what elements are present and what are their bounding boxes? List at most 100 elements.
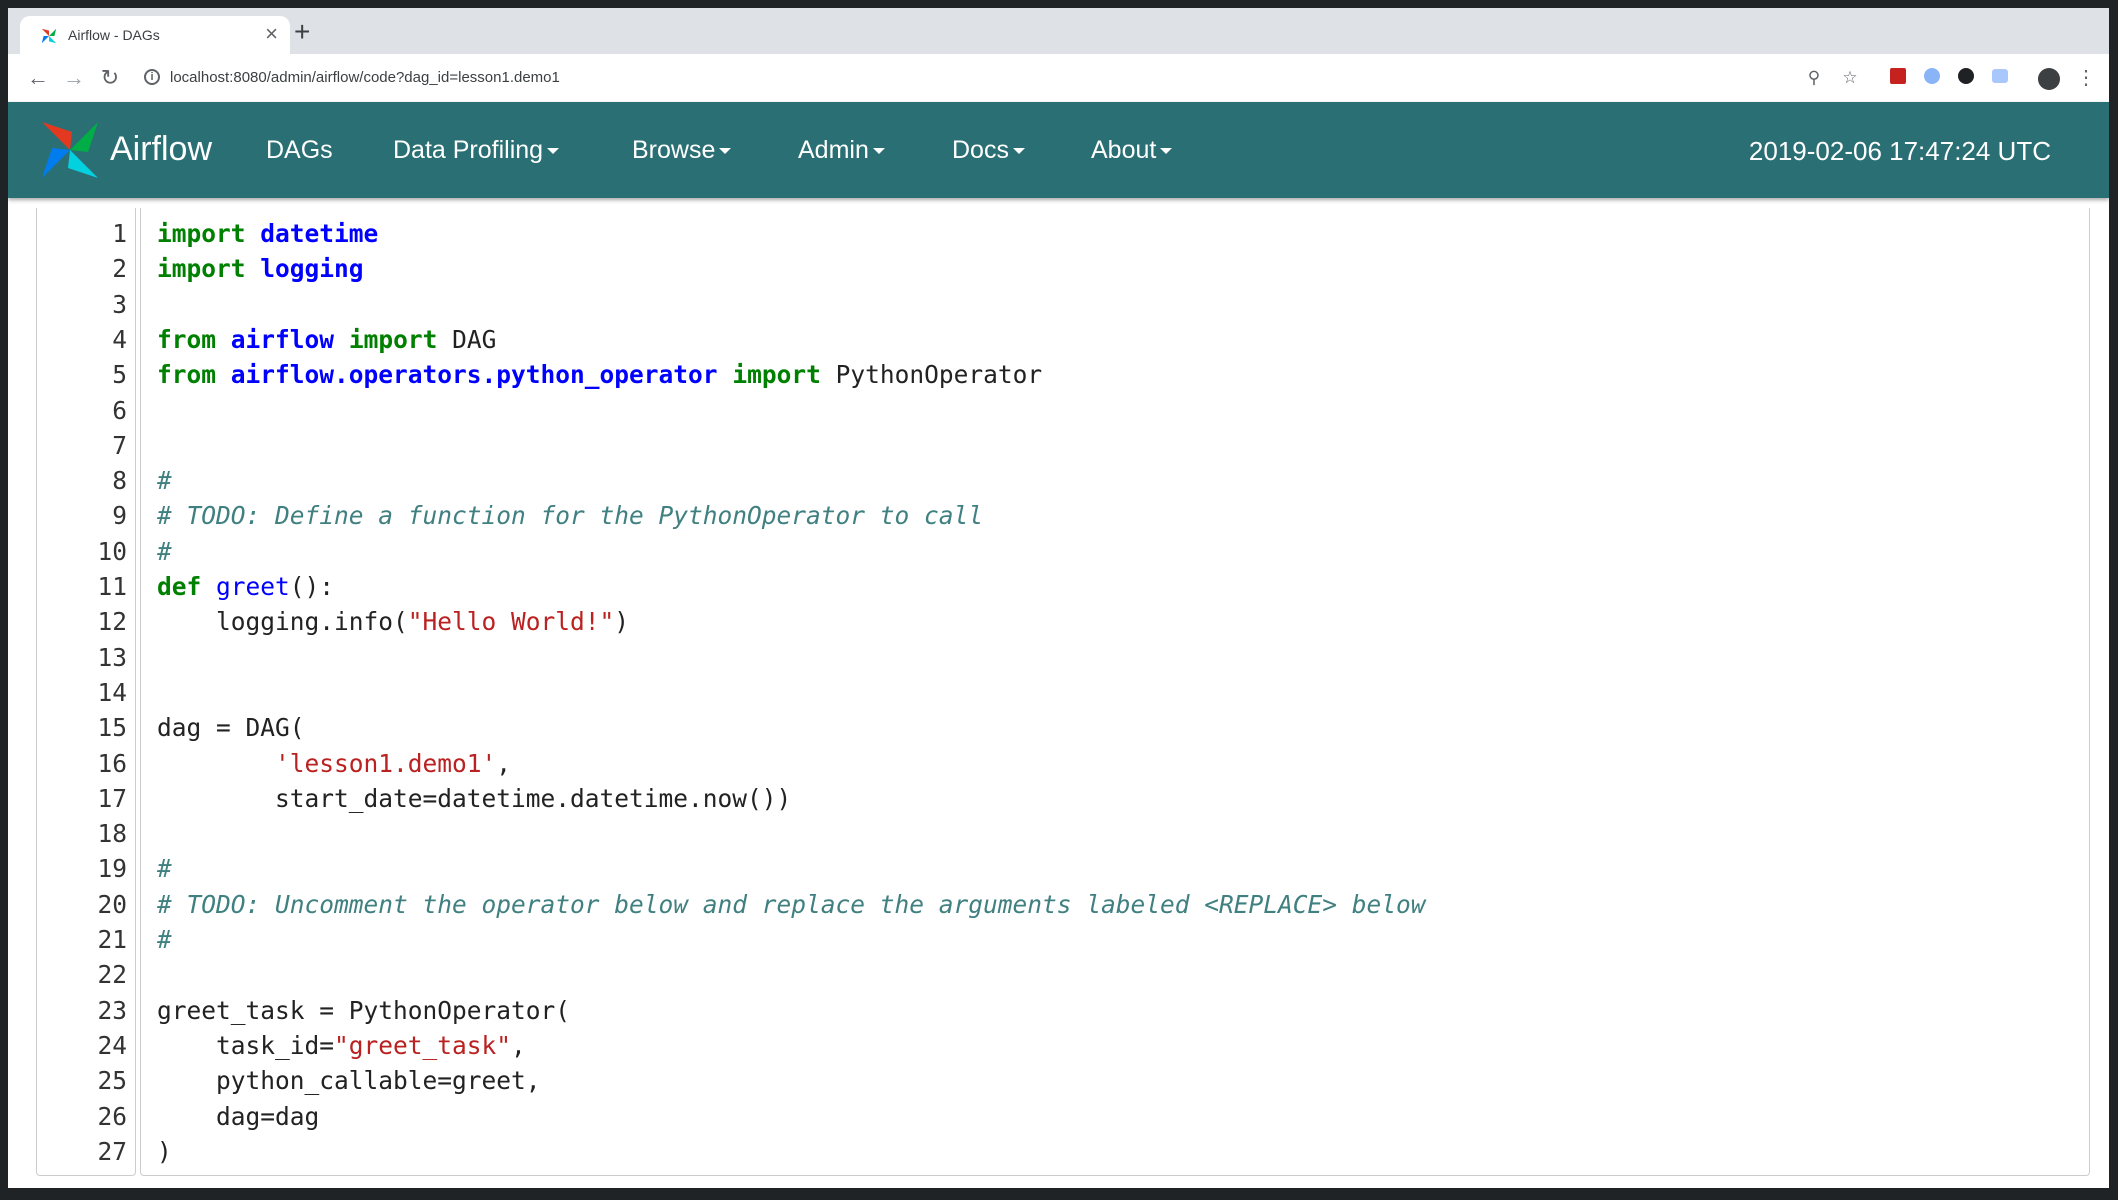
browser-tab-airflow[interactable]: Airflow - DAGs × <box>20 16 290 54</box>
code-token: PythonOperator( <box>348 995 571 1025</box>
chevron-down-icon <box>547 148 560 155</box>
code-line: # <box>157 922 172 957</box>
code-line: # TODO: Uncomment the operator below and… <box>157 887 1426 922</box>
line-number: 10 <box>97 536 127 566</box>
tab-strip: Airflow - DAGs × + <box>8 8 2109 54</box>
nav-data-profiling[interactable]: Data Profiling <box>393 136 560 165</box>
code-line: dag = DAG( <box>157 710 305 745</box>
code-token: import <box>732 360 821 390</box>
code-line: def greet(): <box>157 569 334 604</box>
code-token: import <box>348 324 438 354</box>
line-number-gutter: 1 2 3 4 5 6 7 8 9 10 11 12 13 14 15 16 17 18 19 20 21 22 23 24 2… <box>36 208 136 1176</box>
code-token: dag = DAG( <box>157 713 305 743</box>
extension-blue-icon[interactable] <box>1922 68 1942 88</box>
url-text[interactable]: localhost:8080/admin/airflow/code?dag_id… <box>170 69 560 86</box>
code-token: (): <box>289 572 335 601</box>
forward-icon[interactable]: → <box>60 64 88 92</box>
code-token: logging.info( <box>157 607 408 637</box>
tab-close-icon[interactable]: × <box>265 23 278 45</box>
code-token: 'lesson1.demo1' <box>275 748 497 778</box>
code-line: # <box>157 851 172 886</box>
code-line: start_date=datetime.datetime.now()) <box>157 781 791 816</box>
nav-docs-label: Docs <box>952 136 1009 164</box>
nav-about[interactable]: About <box>1091 136 1173 165</box>
code-area[interactable]: import datetime import logging from airflo… <box>140 208 2090 1176</box>
code-token: datetime <box>260 219 379 248</box>
extension-light-icon[interactable] <box>1990 68 2010 88</box>
chevron-down-icon <box>1012 148 1025 155</box>
bookmark-star-icon[interactable]: ☆ <box>1840 68 1860 88</box>
browser-toolbar: ← → ↻ i localhost:8080/admin/airflow/cod… <box>8 54 2109 103</box>
code-token: airflow.operators.python_operator <box>230 360 718 390</box>
line-number: 16 <box>97 748 127 778</box>
utc-clock: 2019-02-06 17:47:24 UTC <box>1748 136 2051 166</box>
nav-browse-label: Browse <box>632 136 716 164</box>
line-number: 14 <box>97 677 127 707</box>
line-number: 23 <box>97 995 127 1025</box>
nav-about-label: About <box>1091 136 1157 164</box>
extension-dark-icon[interactable] <box>1956 68 1976 88</box>
code-token: # TODO: Define a function for the Python… <box>157 501 984 531</box>
line-number: 20 <box>97 889 127 919</box>
code-token: ) <box>614 607 630 637</box>
profile-avatar-icon[interactable] <box>2038 68 2060 90</box>
code-line: task_id="greet_task", <box>157 1028 526 1063</box>
code-line: python_callable=greet, <box>157 1063 541 1098</box>
code-token: logging <box>260 254 364 284</box>
code-token: import <box>157 254 246 284</box>
code-token: ) <box>157 1136 172 1166</box>
line-number: 21 <box>97 925 127 954</box>
address-bar[interactable]: i localhost:8080/admin/airflow/code?dag_… <box>130 60 1830 96</box>
line-number: 11 <box>97 572 127 601</box>
nav-docs[interactable]: Docs <box>952 136 1025 165</box>
code-viewer: 1 2 3 4 5 6 7 8 9 10 11 12 13 14 15 16 17 18 19 20 21 22 23 24 2… <box>36 208 2090 1178</box>
code-line: # TODO: Define a function for the Python… <box>157 498 983 533</box>
code-line: from airflow.operators.python_operator i… <box>157 357 1042 392</box>
line-number: 22 <box>97 960 127 990</box>
code-token: from <box>157 324 217 354</box>
code-token: # <box>157 854 172 884</box>
code-token: "greet_task" <box>334 1030 512 1060</box>
line-number: 3 <box>112 289 127 319</box>
airflow-navbar: Airflow DAGs Data Profiling Browse Admin… <box>8 102 2109 198</box>
nav-dags[interactable]: DAGs <box>266 136 333 165</box>
code-token: task_id= <box>157 1030 335 1060</box>
line-number: 8 <box>112 466 127 496</box>
code-token: PythonOperator <box>820 360 1043 390</box>
nav-admin[interactable]: Admin <box>798 136 885 165</box>
airflow-brand[interactable]: Airflow <box>38 118 228 182</box>
menu-kebab-icon[interactable]: ⋮ <box>2076 68 2096 88</box>
code-line: from airflow import DAG <box>157 322 496 357</box>
code-token: greet <box>216 572 290 601</box>
line-number: 4 <box>112 324 127 354</box>
line-number: 19 <box>97 854 127 884</box>
site-info-icon[interactable]: i <box>144 69 160 85</box>
line-number: 1 <box>112 219 127 248</box>
nav-browse[interactable]: Browse <box>632 136 732 165</box>
reload-icon[interactable]: ↻ <box>96 64 124 92</box>
line-number: 5 <box>112 360 127 390</box>
code-line: logging.info("Hello World!") <box>157 604 629 639</box>
line-number: 18 <box>97 819 127 849</box>
code-token: , <box>511 1030 526 1060</box>
tab-title: Airflow - DAGs <box>68 27 160 43</box>
code-token: DAG <box>437 324 497 354</box>
airflow-favicon-icon <box>41 28 57 44</box>
code-line: dag=dag <box>157 1099 319 1134</box>
line-number: 13 <box>97 642 127 672</box>
chevron-down-icon <box>719 148 732 155</box>
zoom-icon[interactable]: ⚲ <box>1804 68 1824 88</box>
back-icon[interactable]: ← <box>24 64 52 92</box>
extension-red-icon[interactable] <box>1888 68 1908 88</box>
code-token: def <box>157 572 202 601</box>
code-token: # <box>157 536 172 566</box>
line-number: 25 <box>97 1066 127 1096</box>
line-number: 9 <box>112 501 127 531</box>
line-number: 6 <box>112 395 127 425</box>
new-tab-button[interactable]: + <box>294 18 310 46</box>
line-number: 15 <box>97 713 127 743</box>
